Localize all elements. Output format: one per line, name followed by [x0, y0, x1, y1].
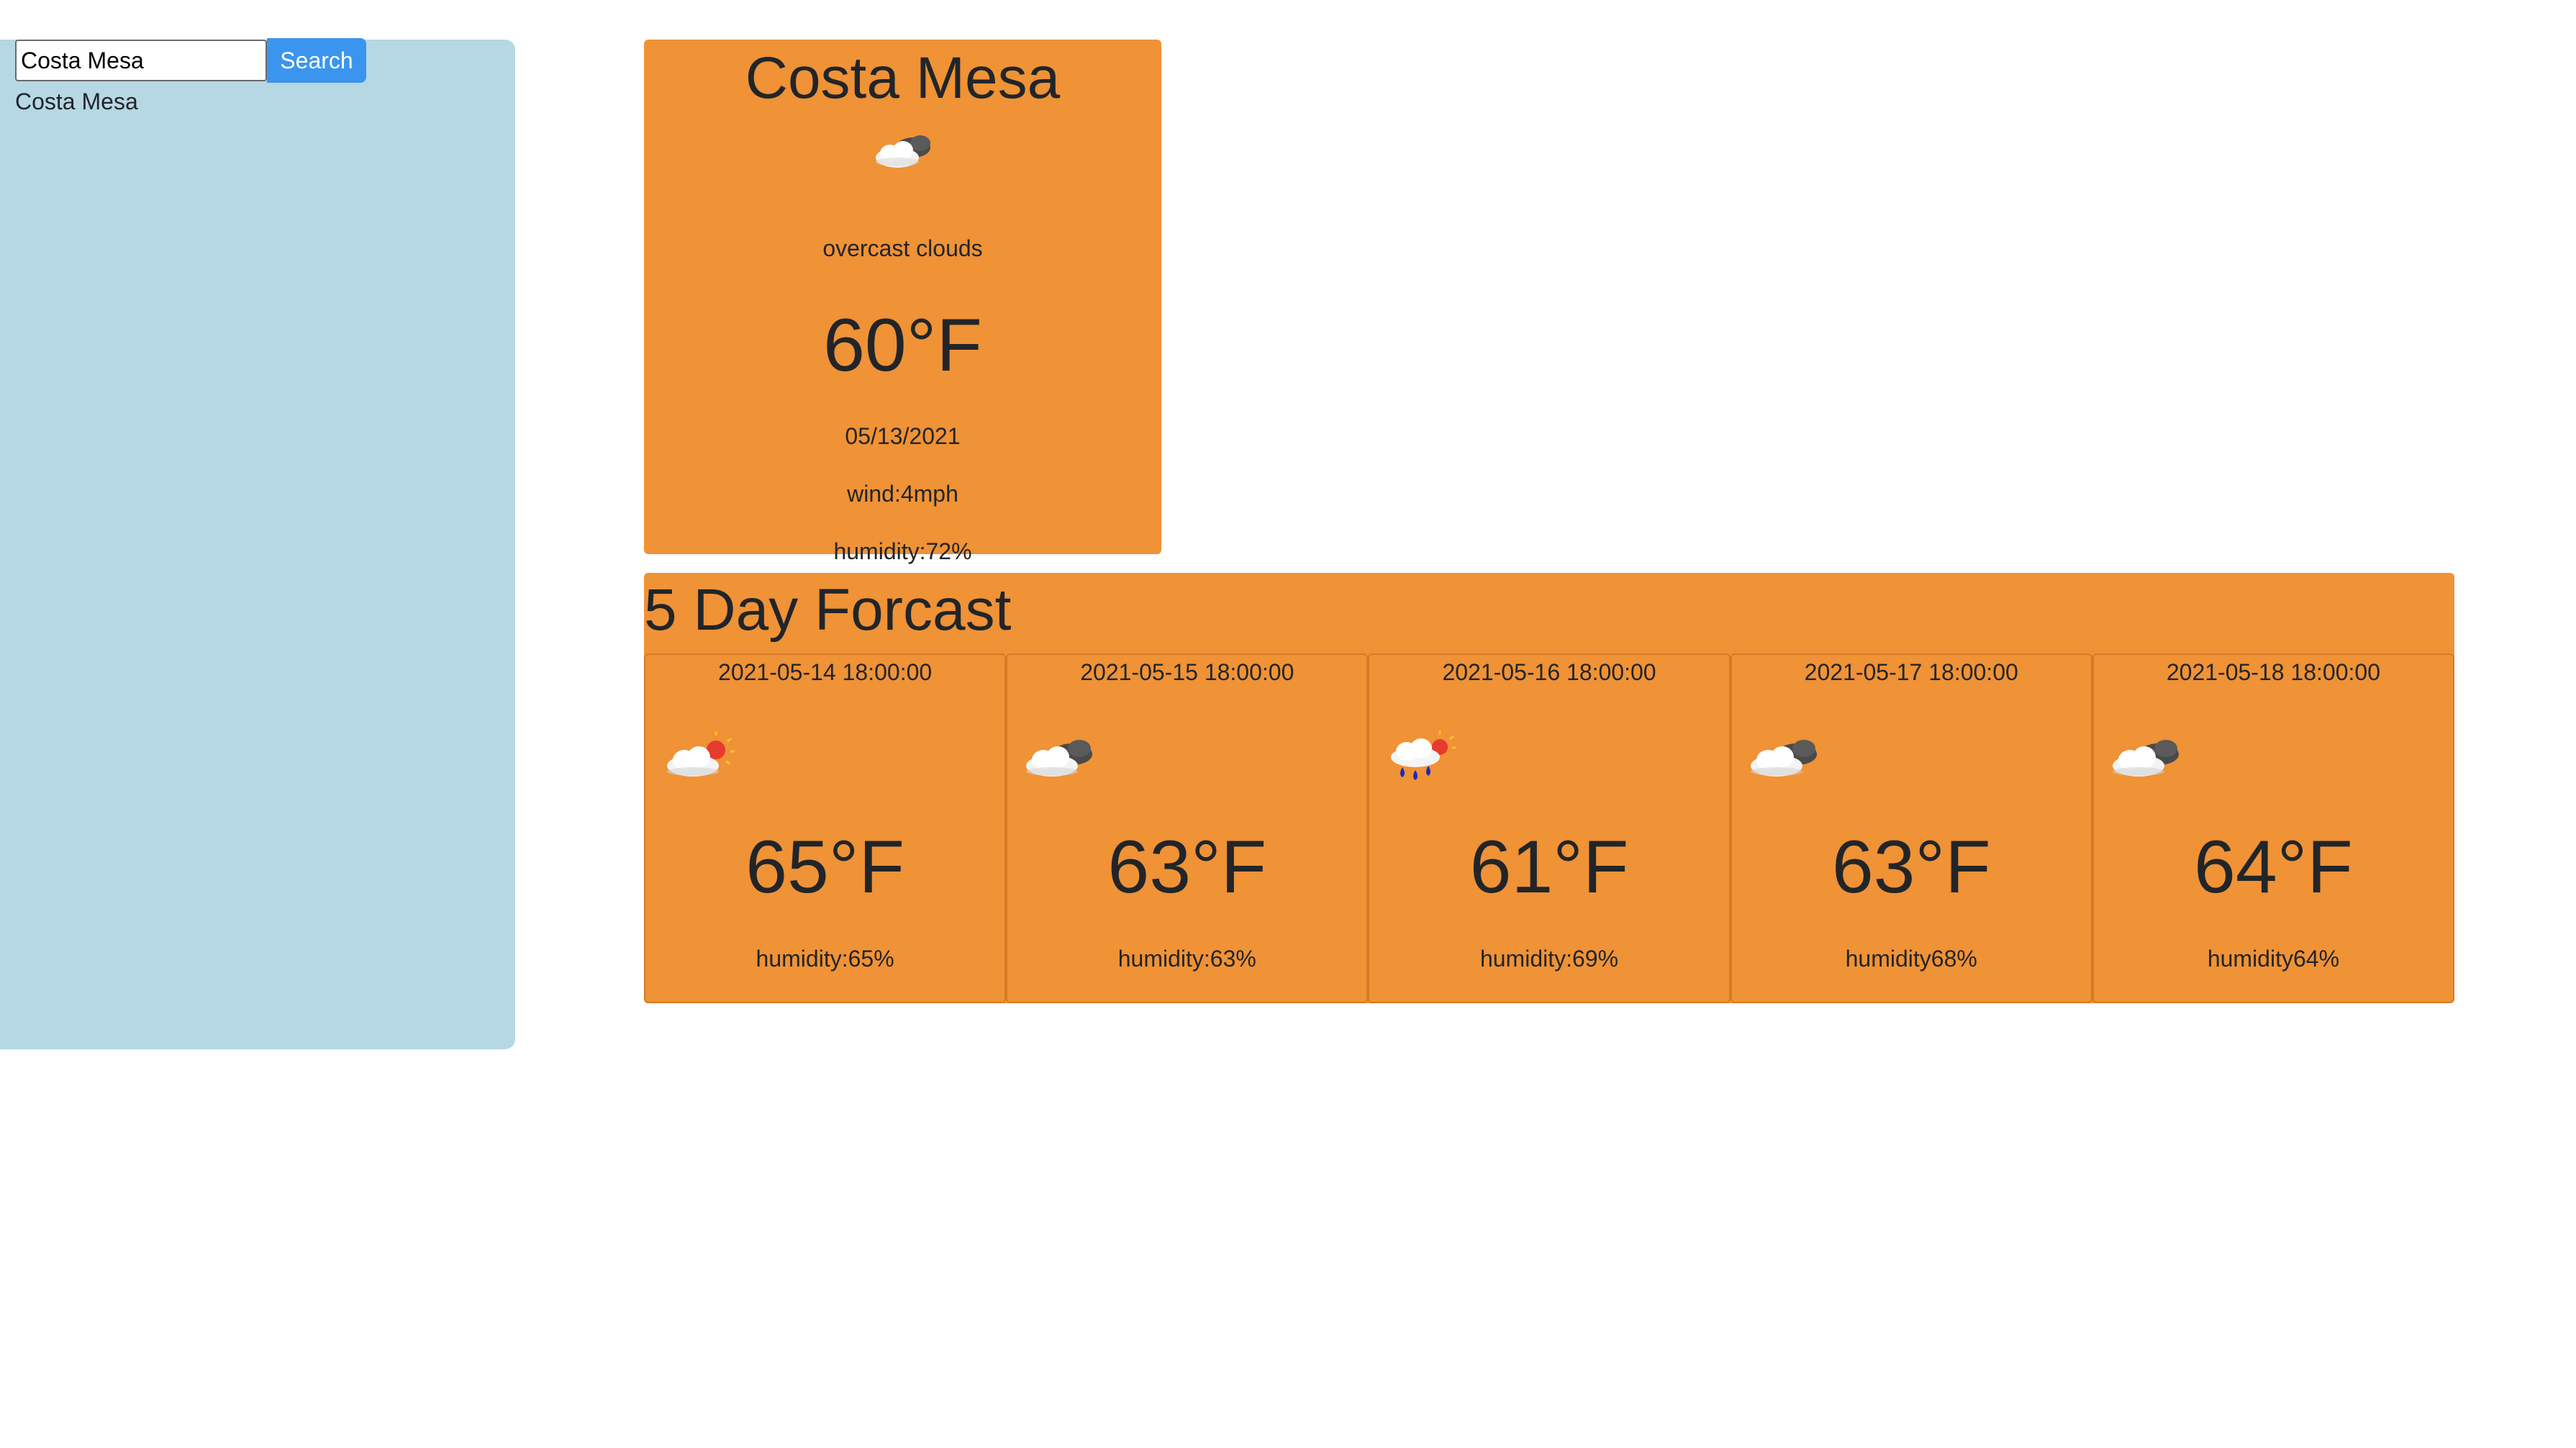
overcast-clouds-icon	[875, 135, 930, 168]
forecast-panel: 5 Day Forcast 2021-05-14 18:00:00 65°F h…	[644, 573, 2455, 1003]
current-wind: wind:4mph	[847, 481, 958, 507]
forecast-humidity: humidity64%	[2207, 946, 2340, 972]
city-search-input[interactable]	[15, 40, 267, 81]
forecast-temperature: 65°F	[745, 825, 904, 909]
forecast-date: 2021-05-17 18:00:00	[1804, 659, 2018, 685]
current-date: 05/13/2021	[845, 423, 961, 449]
current-weather-card: Costa Mesa overcast clouds 60°F 05/13/20…	[644, 40, 1161, 564]
current-temperature: 60°F	[823, 304, 982, 387]
search-history-item[interactable]: Costa Mesa	[15, 89, 138, 115]
forecast-date: 2021-05-16 18:00:00	[1442, 659, 1656, 685]
forecast-temperature: 63°F	[1107, 825, 1267, 909]
few-clouds-icon	[667, 731, 735, 777]
forecast-temperature: 64°F	[2194, 825, 2353, 909]
search-button[interactable]: Search	[267, 38, 366, 83]
search-sidebar: Search Costa Mesa	[0, 38, 515, 1049]
forecast-card: 2021-05-15 18:00:00 63°F humidity:63%	[1006, 653, 1369, 1003]
forecast-card: 2021-05-14 18:00:00 65°F humidity:65%	[644, 653, 1007, 1003]
forecast-humidity: humidity:65%	[756, 946, 894, 972]
forecast-date: 2021-05-15 18:00:00	[1080, 659, 1294, 685]
forecast-humidity: humidity:69%	[1479, 946, 1619, 972]
forecast-title: 5 Day Forcast	[644, 577, 1012, 643]
forecast-card: 2021-05-16 18:00:00 61°F humidity:69%	[1368, 653, 1731, 1003]
broken-clouds-icon	[2112, 740, 2179, 777]
forecast-date: 2021-05-18 18:00:00	[2166, 659, 2380, 685]
current-city-name: Costa Mesa	[745, 45, 1061, 111]
broken-clouds-icon	[1750, 740, 1817, 777]
current-description: overcast clouds	[822, 235, 983, 261]
forecast-temperature: 63°F	[1831, 825, 1991, 909]
search-form: Search	[15, 38, 366, 84]
forecast-card: 2021-05-18 18:00:00 64°F humidity64%	[2092, 653, 2455, 1003]
forecast-humidity: humidity68%	[1845, 946, 1977, 972]
rain-icon	[1391, 730, 1457, 780]
forecast-temperature: 61°F	[1469, 825, 1629, 909]
broken-clouds-icon	[1026, 740, 1093, 777]
forecast-humidity: humidity:63%	[1117, 946, 1256, 972]
current-humidity: humidity:72%	[833, 538, 972, 564]
forecast-card: 2021-05-17 18:00:00 63°F humidity68%	[1730, 653, 2092, 1003]
forecast-date: 2021-05-14 18:00:00	[718, 659, 933, 685]
forecast-row: 2021-05-14 18:00:00 65°F humidity:65% 20…	[644, 653, 2455, 1003]
